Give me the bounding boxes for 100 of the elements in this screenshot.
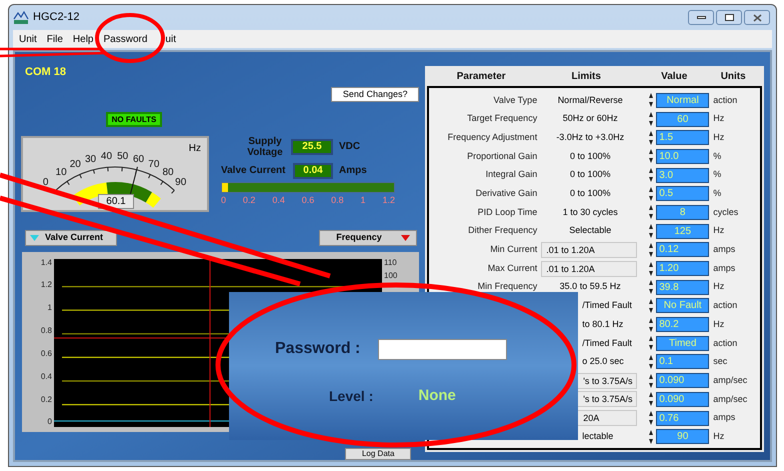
supply-voltage-field: 25.5 (291, 138, 333, 154)
unit-text: Hz (713, 280, 724, 294)
unit-text: % (713, 187, 722, 200)
unit-text: action (713, 336, 738, 350)
bar-tick-label: 0.4 (272, 194, 285, 206)
parameter-label: Dither Frequency (468, 225, 538, 236)
gauge-tick-label: 60 (133, 154, 144, 165)
unit-text: amps (713, 243, 736, 256)
limits-text: 35.0 to 59.5 Hz (558, 280, 622, 294)
axis-tick-label: 0.2 (40, 396, 52, 404)
parameter-label: Min Current (490, 244, 538, 254)
axis-tick-label: 0 (48, 418, 52, 426)
close-button[interactable] (744, 10, 770, 25)
limits-field: .01 to 1.20A (541, 242, 638, 258)
parameter-label: Derivative Gain (476, 188, 538, 198)
frequency-dropdown[interactable]: Frequency (319, 230, 418, 246)
bar-tick-label: 1.2 (382, 194, 395, 206)
limits-text: 50Hz or 60Hz (562, 112, 619, 126)
value-field[interactable]: 10.0 (656, 148, 710, 164)
value-field[interactable]: 0.090 (656, 373, 710, 388)
limits-text: Selectable (568, 224, 612, 238)
highlight-ellipse (95, 13, 165, 63)
value-select[interactable]: 60 (656, 112, 710, 127)
unit-text: amp/sec (713, 374, 748, 387)
log-data-button[interactable]: Log Data (345, 448, 412, 460)
menu-item[interactable]: Unit (19, 32, 37, 46)
gauge-tick-label: 40 (100, 152, 112, 162)
axis-tick-label: 0.8 (40, 327, 52, 336)
gauge-tick-label: 10 (56, 168, 67, 178)
value-field[interactable]: 0.090 (656, 392, 710, 407)
limits-text: lectable (581, 430, 614, 443)
value-select[interactable]: 90 (656, 429, 710, 444)
limits-text: 0 to 100% (568, 187, 612, 200)
unit-text: sec (713, 355, 728, 368)
value-select[interactable]: 8 (656, 204, 710, 220)
value-select[interactable]: 125 (656, 224, 710, 239)
send-changes-button[interactable]: Send Changes? (331, 86, 420, 102)
value-select[interactable]: Normal (656, 92, 710, 108)
window-title: HGC2-12 (33, 10, 80, 26)
bar-tick-label: 0 (221, 194, 226, 206)
axis-tick-label: 1.4 (40, 258, 52, 266)
gauge-tick-label: 20 (70, 160, 81, 170)
unit-text: % (713, 168, 722, 182)
axis-tick-label: 1 (48, 304, 52, 312)
port-label: COM 18 (25, 65, 67, 80)
value-select[interactable]: Timed (656, 336, 710, 351)
bar-tick-label: 0.6 (302, 194, 314, 206)
parameter-label: Integral Gain (486, 169, 538, 180)
value-field[interactable]: 1.5 (656, 130, 710, 146)
mountain-logo-icon (13, 10, 29, 25)
triangle-down-icon (30, 234, 39, 240)
bar-tick-label: 0.2 (242, 194, 256, 206)
fault-indicator: NO FAULTS (106, 112, 162, 126)
password-field[interactable] (378, 338, 508, 360)
gauge-tick-label: 30 (84, 154, 96, 165)
gauge-tick-label: 80 (162, 168, 174, 178)
unit-text: Hz (713, 430, 724, 443)
column-header: Parameter (456, 70, 507, 84)
value-field[interactable]: 0.76 (656, 410, 710, 426)
gauge-tick-label: 50 (117, 152, 128, 162)
axis-tick-label: 100 (384, 272, 398, 280)
valve-current-label: Valve Current (221, 164, 286, 178)
triangle-down-icon (401, 234, 410, 240)
menu-item[interactable]: File (46, 32, 63, 46)
value-field[interactable]: 0.1 (656, 354, 710, 370)
value-field[interactable]: 80.2 (656, 317, 710, 332)
unit-text: Hz (713, 112, 724, 126)
unit-text: Hz (713, 318, 724, 331)
maximize-button[interactable] (716, 10, 742, 25)
valve-current-dropdown[interactable]: Valve Current (25, 230, 117, 246)
unit-text: % (713, 150, 722, 163)
limits-text: -3.0Hz to +3.0Hz (555, 130, 626, 144)
axis-tick-label: 0.6 (40, 350, 52, 358)
menu-item[interactable]: Help (72, 32, 94, 46)
axis-tick-label: 1.2 (40, 281, 52, 290)
unit-text: amp/sec (713, 392, 748, 406)
supply-voltage-label: Supply Voltage (246, 136, 284, 158)
menu-item[interactable]: uit (165, 32, 176, 46)
unit-text: action (713, 94, 738, 107)
menu-item[interactable]: Password (104, 32, 148, 46)
value-field[interactable]: 39.8 (656, 280, 710, 295)
unit-text: amps (713, 411, 736, 424)
parameter-label: Valve Type (494, 94, 538, 105)
value-field[interactable]: 0.12 (656, 242, 710, 258)
parameter-label: Max Current (488, 262, 538, 273)
value-select[interactable]: No Fault (656, 298, 710, 314)
value-field[interactable]: 0.5 (656, 186, 710, 202)
close-icon (752, 14, 762, 22)
gauge-tick-label: 0 (42, 178, 48, 188)
parameter-label: Frequency Adjustment (448, 132, 538, 142)
valve-current-field: 0.04 (293, 162, 333, 178)
value-field[interactable]: 1.20 (656, 261, 710, 276)
value-field[interactable]: 3.0 (656, 168, 710, 183)
parameter-label: PID Loop Time (478, 206, 538, 217)
unit-text: action (713, 299, 738, 312)
column-header: Value (660, 70, 688, 84)
minimize-button[interactable] (688, 10, 714, 25)
limits-text: /Timed Fault (581, 336, 632, 350)
current-unit: Amps (339, 164, 367, 178)
limits-text: 0 to 100% (568, 150, 612, 163)
